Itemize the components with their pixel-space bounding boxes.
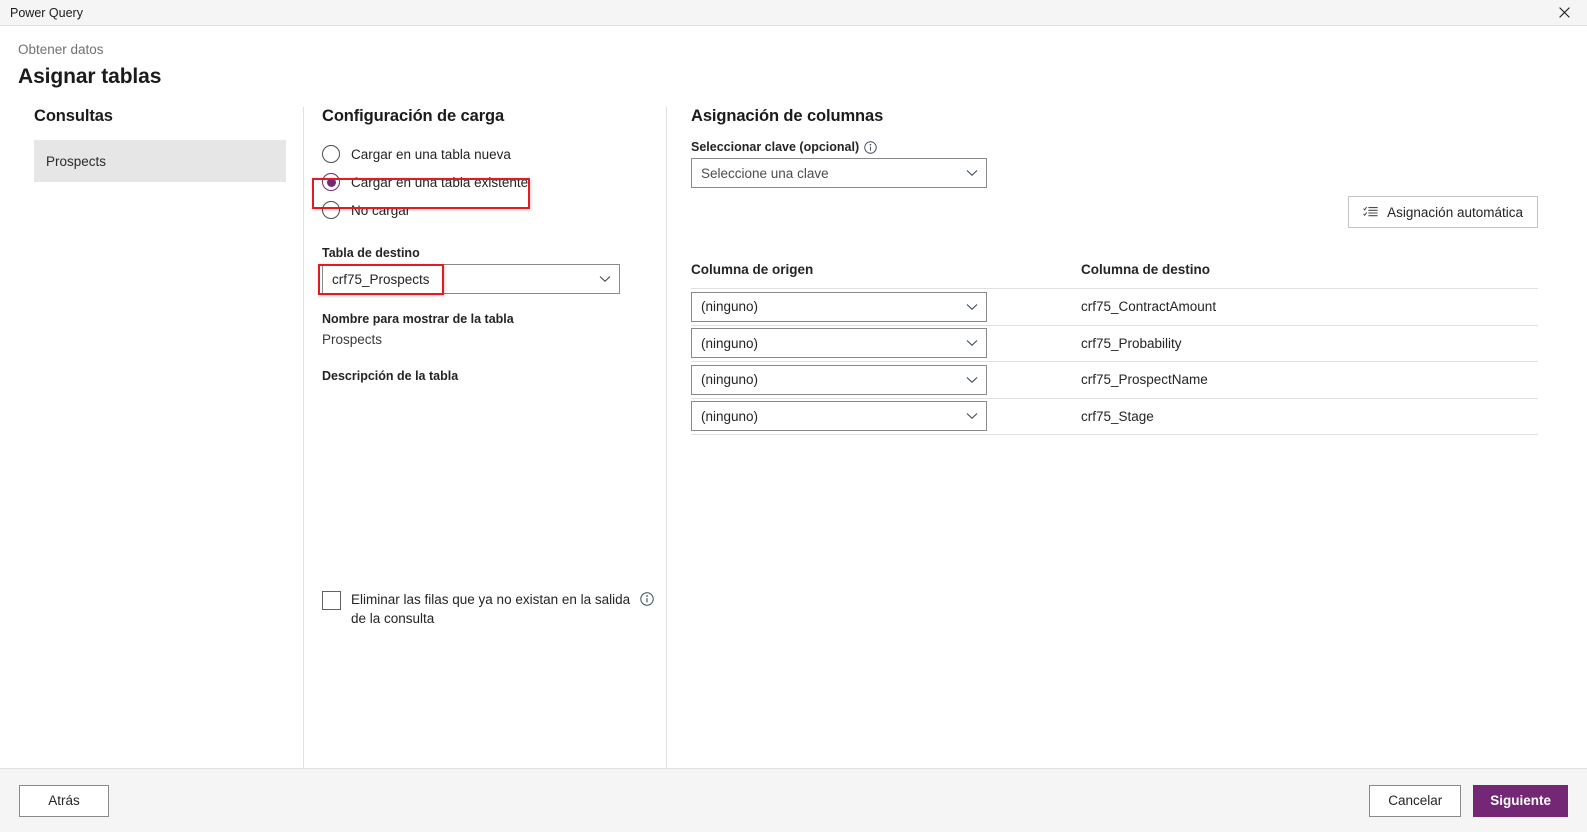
queries-section-title: Consultas bbox=[34, 107, 113, 125]
breadcrumb: Obtener datos bbox=[18, 42, 104, 57]
chevron-down-icon bbox=[966, 303, 978, 311]
display-name-value: Prospects bbox=[322, 332, 383, 347]
source-column-dropdown[interactable]: (ninguno) bbox=[691, 364, 987, 395]
table-header-row: Columna de origen Columna de destino bbox=[691, 262, 1538, 288]
radio-label: Cargar en una tabla nueva bbox=[351, 146, 511, 162]
chevron-down-icon bbox=[966, 169, 978, 177]
cancel-button[interactable]: Cancelar bbox=[1369, 784, 1462, 817]
auto-mapping-button-label: Asignación automática bbox=[1387, 204, 1523, 220]
table-row: (ninguno) crf75_Probability bbox=[691, 324, 1538, 362]
table-row: (ninguno) crf75_ContractAmount bbox=[691, 288, 1538, 325]
info-icon[interactable] bbox=[640, 592, 654, 606]
info-icon[interactable] bbox=[864, 140, 877, 154]
title-bar: Power Query bbox=[0, 0, 1587, 26]
column-header-source: Columna de origen bbox=[691, 262, 814, 277]
radio-no-cargar[interactable]: No cargar bbox=[320, 196, 666, 224]
load-mode-radio-group: Cargar en una tabla nueva Cargar en una … bbox=[320, 140, 666, 224]
source-column-dropdown[interactable]: (ninguno) bbox=[691, 328, 987, 359]
auto-mapping-button[interactable]: Asignación automática bbox=[1348, 196, 1538, 228]
destination-column-value: crf75_ProspectName bbox=[1081, 372, 1208, 388]
queries-panel: Consultas Prospects bbox=[0, 107, 303, 768]
destination-table-value: crf75_Prospects bbox=[332, 271, 430, 287]
page-header: Obtener datos Asignar tablas bbox=[0, 26, 1587, 92]
query-item-label: Prospects bbox=[46, 153, 107, 169]
radio-label: Cargar en una tabla existente bbox=[351, 174, 529, 190]
destination-column-value: crf75_Stage bbox=[1081, 408, 1154, 424]
source-column-value: (ninguno) bbox=[701, 408, 759, 424]
destination-column-value: crf75_ContractAmount bbox=[1081, 299, 1217, 315]
source-column-value: (ninguno) bbox=[701, 372, 759, 388]
table-description-label: Descripción de la tabla bbox=[322, 369, 459, 383]
next-button[interactable]: Siguiente bbox=[1473, 784, 1568, 817]
app-title: Power Query bbox=[10, 5, 83, 20]
delete-rows-checkbox[interactable] bbox=[322, 591, 341, 610]
destination-column-value: crf75_Probability bbox=[1081, 335, 1182, 351]
source-column-value: (ninguno) bbox=[701, 335, 759, 351]
column-mapping-table: Columna de origen Columna de destino (ni… bbox=[691, 262, 1538, 435]
source-column-value: (ninguno) bbox=[701, 299, 759, 315]
back-button[interactable]: Atrás bbox=[19, 784, 109, 817]
source-column-dropdown[interactable]: (ninguno) bbox=[691, 291, 987, 322]
page-title: Asignar tablas bbox=[18, 65, 162, 88]
footer-actions: Cancelar Siguiente bbox=[1369, 784, 1568, 817]
display-name-label: Nombre para mostrar de la tabla bbox=[322, 312, 514, 326]
radio-mark-icon bbox=[322, 145, 340, 163]
load-settings-panel: Configuración de carga Cargar en una tab… bbox=[303, 107, 667, 768]
sidebar-item-prospects[interactable]: Prospects bbox=[34, 140, 286, 182]
radio-mark-icon bbox=[322, 201, 340, 219]
main-content: Consultas Prospects Configuración de car… bbox=[0, 107, 1587, 768]
column-header-destination: Columna de destino bbox=[1081, 262, 1211, 277]
delete-rows-checkbox-row: Eliminar las filas que ya no existan en … bbox=[322, 590, 654, 628]
load-settings-title: Configuración de carga bbox=[322, 107, 505, 125]
table-row: (ninguno) crf75_ProspectName bbox=[691, 361, 1538, 398]
source-column-dropdown[interactable]: (ninguno) bbox=[691, 401, 987, 432]
chevron-down-icon bbox=[599, 275, 611, 283]
delete-rows-label: Eliminar las filas que ya no existan en … bbox=[351, 592, 631, 626]
table-row: (ninguno) crf75_Stage bbox=[691, 397, 1538, 435]
radio-label: No cargar bbox=[351, 202, 411, 218]
radio-cargar-tabla-nueva[interactable]: Cargar en una tabla nueva bbox=[320, 140, 666, 168]
chevron-down-icon bbox=[966, 376, 978, 384]
key-select-value: Seleccione una clave bbox=[701, 165, 829, 181]
radio-cargar-tabla-existente[interactable]: Cargar en una tabla existente bbox=[320, 168, 666, 196]
footer-bar: Atrás Cancelar Siguiente bbox=[0, 768, 1587, 832]
radio-mark-selected-icon bbox=[322, 173, 340, 191]
key-select-label: Seleccionar clave (opcional) bbox=[691, 140, 860, 154]
checklist-icon bbox=[1363, 206, 1378, 219]
key-select-dropdown[interactable]: Seleccione una clave bbox=[691, 158, 987, 188]
column-mapping-title: Asignación de columnas bbox=[691, 107, 884, 125]
column-mapping-panel: Asignación de columnas Seleccionar clave… bbox=[667, 107, 1587, 768]
key-select-label-row: Seleccionar clave (opcional) bbox=[691, 140, 1587, 154]
chevron-down-icon bbox=[966, 412, 978, 420]
chevron-down-icon bbox=[966, 339, 978, 347]
close-icon[interactable] bbox=[1542, 0, 1587, 25]
destination-table-label: Tabla de destino bbox=[322, 246, 420, 260]
destination-table-dropdown[interactable]: crf75_Prospects bbox=[322, 264, 620, 294]
